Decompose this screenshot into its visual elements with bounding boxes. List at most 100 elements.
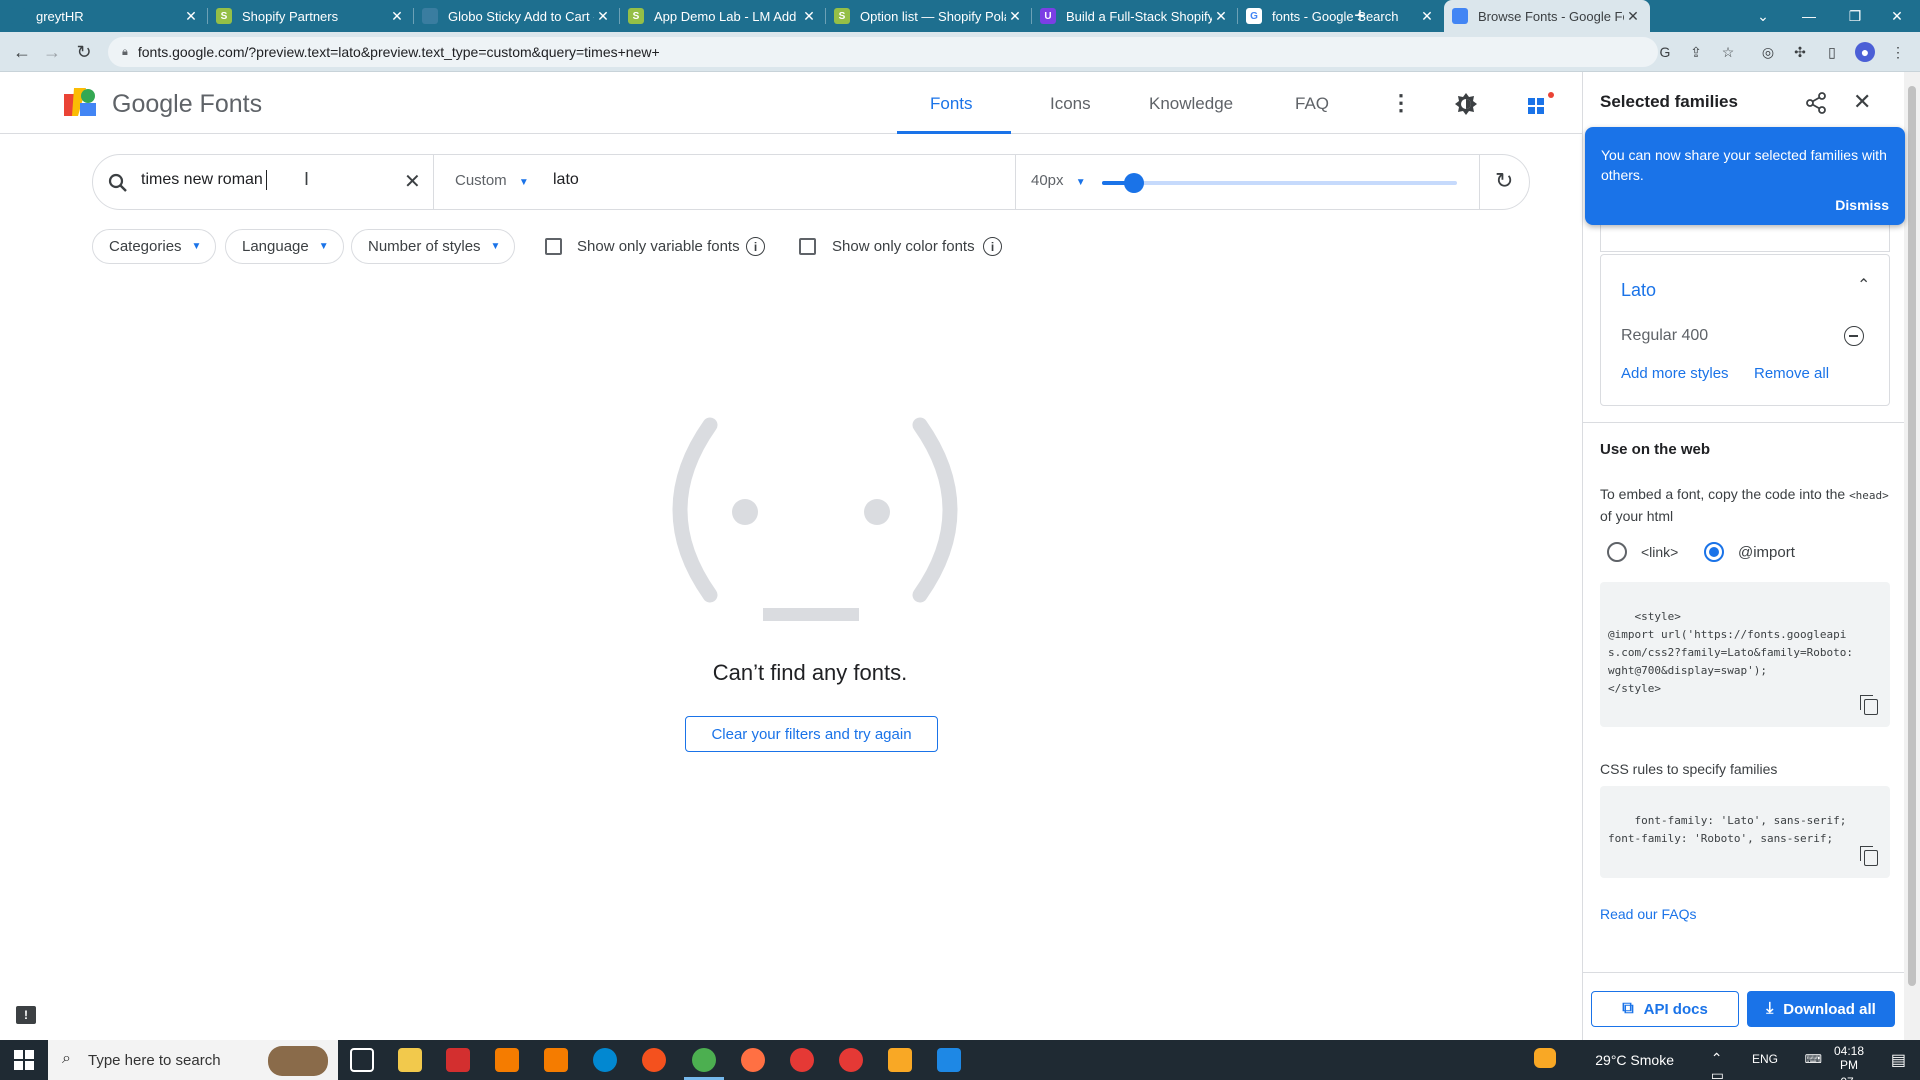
back-icon[interactable]: ←: [10, 40, 34, 64]
browser-tab[interactable]: Gfonts - Google Search ✕: [1238, 0, 1444, 32]
language-filter[interactable]: Language ▼: [225, 229, 344, 264]
chrome-profile-2-icon[interactable]: [839, 1048, 863, 1072]
chrome-profile-icon[interactable]: [790, 1048, 814, 1072]
add-more-styles-link[interactable]: Add more styles: [1621, 365, 1729, 382]
browser-tab[interactable]: U Build a Full-Stack Shopify / ✕: [1032, 0, 1238, 32]
xampp-icon[interactable]: [495, 1048, 519, 1072]
close-tab-icon[interactable]: ✕: [1418, 8, 1436, 25]
remove-style-icon[interactable]: [1844, 326, 1864, 346]
clear-filters-button[interactable]: Clear your filters and try again: [685, 716, 938, 752]
new-tab-button[interactable]: +: [1345, 0, 1375, 32]
copy-icon[interactable]: [1860, 846, 1878, 866]
side-panel-icon[interactable]: ▯: [1822, 42, 1842, 62]
variable-fonts-checkbox[interactable]: [545, 238, 562, 255]
remove-all-link[interactable]: Remove all: [1754, 365, 1829, 382]
close-tab-icon[interactable]: ✕: [388, 8, 406, 25]
browser-menu-icon[interactable]: ⋮: [1888, 42, 1908, 62]
nav-faq[interactable]: FAQ: [1295, 94, 1329, 114]
browser-tab[interactable]: S Shopify Partners ✕: [208, 0, 414, 32]
clock[interactable]: 04:18 PM 07-04-2023: [1834, 1044, 1864, 1080]
font-size-slider[interactable]: [1102, 173, 1457, 193]
task-view-icon[interactable]: [350, 1048, 374, 1072]
url-bar[interactable]: 🔒︎ fonts.google.com/?preview.text=lato&p…: [108, 37, 1658, 67]
css-code-block[interactable]: font-family: 'Lato', sans-serif; font-fa…: [1600, 786, 1890, 878]
reload-icon[interactable]: ↻: [72, 40, 96, 64]
more-menu-icon[interactable]: ⋮: [1390, 90, 1412, 116]
chrome-icon[interactable]: [692, 1048, 716, 1072]
theme-toggle-icon[interactable]: [1454, 92, 1478, 116]
notification-icon[interactable]: ▤: [1891, 1050, 1906, 1070]
profile-avatar[interactable]: ●: [1855, 42, 1875, 62]
extensions-puzzle-icon[interactable]: ✣: [1790, 42, 1810, 62]
bookmark-star-icon[interactable]: ☆: [1718, 42, 1738, 62]
google-lens-icon[interactable]: G: [1655, 42, 1675, 62]
browser-tab[interactable]: Globo Sticky Add to Cart - ✕: [414, 0, 620, 32]
firefox-icon[interactable]: [741, 1048, 765, 1072]
extension-icon[interactable]: ◎: [1758, 42, 1778, 62]
import-radio[interactable]: [1704, 542, 1724, 562]
file-explorer-icon[interactable]: [398, 1048, 422, 1072]
number-of-styles-filter[interactable]: Number of styles ▼: [351, 229, 516, 264]
panel-scrollbar[interactable]: [1904, 72, 1920, 1040]
collapsed-family-card[interactable]: [1600, 222, 1890, 252]
browser-tab[interactable]: S Option list — Shopify Pola ✕: [826, 0, 1032, 32]
info-icon[interactable]: i: [746, 237, 765, 256]
weather-text[interactable]: 29°C Smoke: [1595, 1052, 1674, 1068]
google-fonts-logo[interactable]: [64, 88, 96, 116]
forward-icon[interactable]: →: [40, 40, 64, 64]
link-radio[interactable]: [1607, 542, 1627, 562]
filezilla-icon[interactable]: [446, 1048, 470, 1072]
nav-fonts[interactable]: Fonts: [930, 94, 973, 114]
close-window-icon[interactable]: ✕: [1874, 0, 1920, 32]
share-icon[interactable]: [1805, 92, 1827, 114]
postman-icon[interactable]: [642, 1048, 666, 1072]
copy-icon[interactable]: [1860, 695, 1878, 715]
restore-icon[interactable]: ❐: [1832, 0, 1878, 32]
reset-icon[interactable]: ↻: [1495, 168, 1513, 194]
minimize-icon[interactable]: —: [1786, 0, 1832, 32]
search-input[interactable]: times new roman: [141, 171, 263, 189]
taskbar-search-box[interactable]: ⌕ Type here to search: [48, 1040, 338, 1080]
close-tab-icon[interactable]: ✕: [594, 8, 612, 25]
family-name[interactable]: Lato: [1621, 280, 1656, 301]
font-size-select[interactable]: 40px ▼: [1031, 172, 1086, 189]
xampp-control-icon[interactable]: [544, 1048, 568, 1072]
info-icon[interactable]: i: [983, 237, 1002, 256]
tab-search-icon[interactable]: ⌄: [1740, 0, 1786, 32]
tray-icons[interactable]: ⌃ ▭ ◁ ⌔: [1711, 1050, 1724, 1080]
chevron-up-icon[interactable]: ⌃: [1857, 275, 1870, 295]
windows-start-icon[interactable]: [14, 1050, 34, 1070]
download-all-button[interactable]: ⤓ Download all: [1747, 991, 1895, 1027]
read-faqs-link[interactable]: Read our FAQs: [1600, 906, 1697, 922]
close-tab-icon[interactable]: ✕: [182, 8, 200, 25]
color-fonts-checkbox[interactable]: [799, 238, 816, 255]
browser-tab[interactable]: Browse Fonts - Google Fo ✕: [1444, 0, 1650, 32]
close-tab-icon[interactable]: ✕: [1212, 8, 1230, 25]
keyboard-icon[interactable]: ⌨: [1805, 1052, 1822, 1066]
close-tab-icon[interactable]: ✕: [1006, 8, 1024, 25]
sublime-text-icon[interactable]: [888, 1048, 912, 1072]
close-tab-icon[interactable]: ✕: [1624, 8, 1642, 25]
input-language[interactable]: ENG: [1752, 1052, 1778, 1066]
slider-thumb[interactable]: [1123, 173, 1144, 193]
site-title[interactable]: Google Fonts: [112, 90, 262, 119]
selected-families-icon[interactable]: [1526, 92, 1556, 118]
close-tab-icon[interactable]: ✕: [800, 8, 818, 25]
preview-text-input[interactable]: lato: [553, 171, 579, 189]
nav-icons[interactable]: Icons: [1050, 94, 1091, 114]
scrollbar-thumb[interactable]: [1908, 86, 1916, 986]
browser-tab[interactable]: greytHR ✕: [2, 0, 208, 32]
clear-search-icon[interactable]: ✕: [404, 169, 421, 194]
share-icon[interactable]: ⇪: [1686, 42, 1706, 62]
skype-icon[interactable]: [593, 1048, 617, 1072]
dismiss-button[interactable]: Dismiss: [1835, 195, 1889, 215]
nav-knowledge[interactable]: Knowledge: [1149, 94, 1233, 114]
categories-filter[interactable]: Categories ▼: [92, 229, 217, 264]
api-docs-button[interactable]: ⧉ API docs: [1591, 991, 1739, 1027]
feedback-icon[interactable]: !: [16, 1006, 36, 1024]
import-code-block[interactable]: <style> @import url('https://fonts.googl…: [1600, 582, 1890, 727]
vscode-icon[interactable]: [937, 1048, 961, 1072]
preview-type-select[interactable]: Custom ▼: [455, 172, 529, 189]
close-panel-icon[interactable]: ✕: [1853, 89, 1871, 115]
browser-tab[interactable]: S App Demo Lab - LM Add T ✕: [620, 0, 826, 32]
